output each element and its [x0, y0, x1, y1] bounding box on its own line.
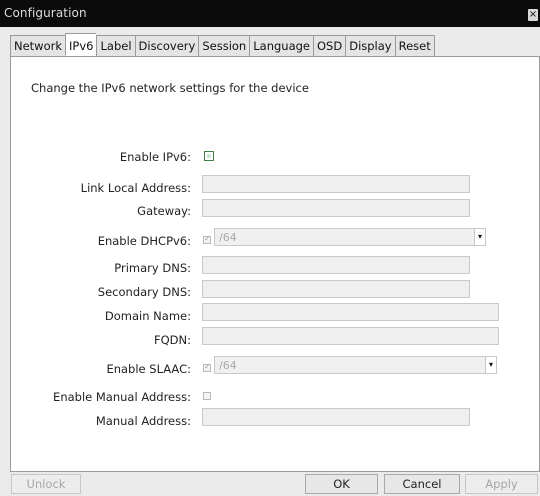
slaac-prefix-select[interactable]: /64 ▾ [214, 356, 497, 374]
domain-name-field[interactable] [202, 303, 499, 321]
window-title: Configuration [4, 6, 87, 20]
dhcpv6-prefix-select[interactable]: /64 ▾ [214, 228, 486, 246]
link-local-address-label: Link Local Address: [80, 181, 191, 195]
fqdn-field[interactable] [202, 327, 499, 345]
panel-description: Change the IPv6 network settings for the… [31, 81, 309, 95]
gateway-field[interactable] [202, 199, 470, 217]
enable-dhcpv6-label: Enable DHCPv6: [97, 234, 191, 248]
enable-dhcpv6-checkbox[interactable] [203, 234, 211, 244]
dhcpv6-prefix-value: /64 [219, 231, 237, 244]
tab-label[interactable]: Label [96, 35, 135, 57]
enable-manual-address-checkbox[interactable] [203, 392, 211, 400]
manual-address-label: Manual Address: [95, 414, 191, 428]
tab-discovery[interactable]: Discovery [134, 35, 199, 57]
tab-language[interactable]: Language [249, 35, 313, 57]
link-local-address-field[interactable] [202, 175, 470, 193]
tab-osd[interactable]: OSD [313, 35, 346, 57]
apply-button[interactable]: Apply [465, 474, 538, 494]
chevron-down-icon[interactable]: ▾ [485, 357, 496, 373]
tab-network[interactable]: Network [10, 35, 66, 57]
enable-slaac-label: Enable SLAAC: [106, 362, 191, 376]
cancel-button[interactable]: Cancel [384, 474, 460, 494]
gateway-label: Gateway: [137, 204, 191, 218]
manual-address-field[interactable] [202, 408, 470, 426]
enable-ipv6-checkbox[interactable] [204, 151, 214, 161]
slaac-prefix-value: /64 [219, 359, 237, 372]
chevron-down-icon[interactable]: ▾ [474, 229, 485, 245]
configuration-window: Configuration × Network IPv6 Label Disco… [0, 0, 540, 496]
secondary-dns-label: Secondary DNS: [97, 285, 191, 299]
primary-dns-label: Primary DNS: [114, 261, 191, 275]
enable-manual-address-label: Enable Manual Address: [53, 390, 191, 404]
fqdn-label: FQDN: [154, 333, 191, 347]
tab-ipv6[interactable]: IPv6 [65, 33, 97, 56]
ok-button[interactable]: OK [305, 474, 378, 494]
close-icon[interactable]: × [528, 9, 538, 21]
domain-name-label: Domain Name: [104, 309, 191, 323]
title-bar[interactable]: Configuration × [0, 0, 540, 27]
tab-session[interactable]: Session [198, 35, 250, 57]
tab-reset[interactable]: Reset [394, 35, 435, 57]
secondary-dns-field[interactable] [202, 280, 470, 298]
primary-dns-field[interactable] [202, 256, 470, 274]
unlock-button[interactable]: Unlock [11, 474, 81, 494]
tab-display[interactable]: Display [345, 35, 395, 57]
tab-bar: Network IPv6 Label Discovery Session Lan… [10, 33, 435, 57]
enable-ipv6-label: Enable IPv6: [119, 150, 191, 164]
enable-slaac-checkbox[interactable] [203, 362, 211, 372]
